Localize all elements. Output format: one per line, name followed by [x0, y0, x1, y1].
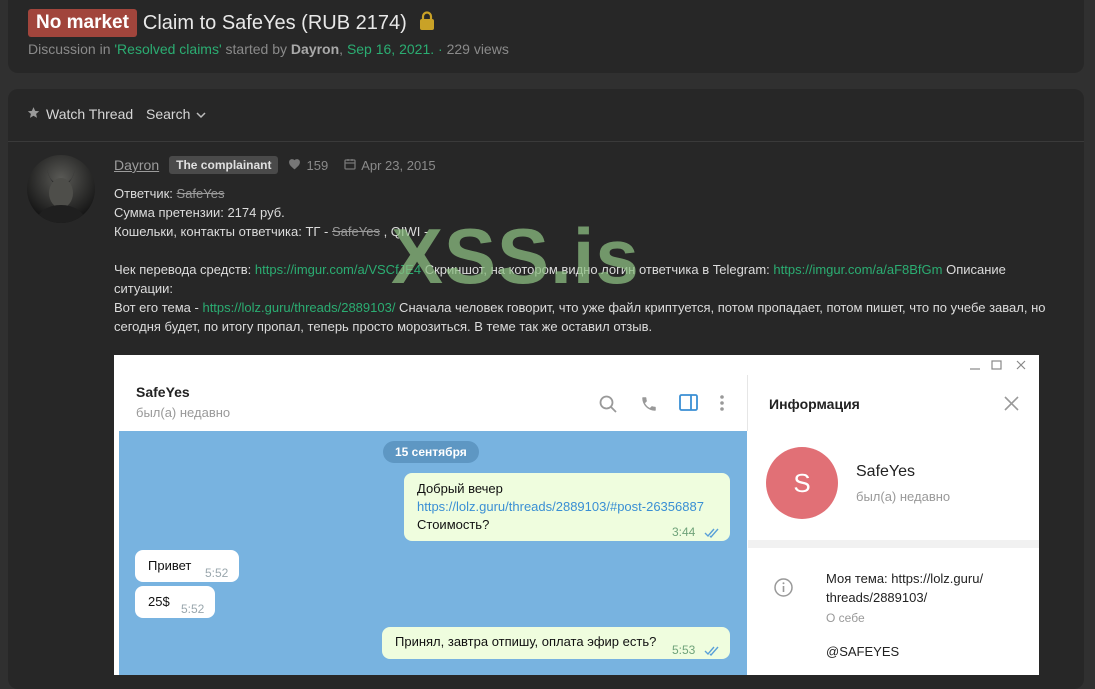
screenshot-link[interactable]: https://imgur.com/a/aF8BfGm [773, 262, 942, 277]
close-icon[interactable] [1004, 396, 1019, 416]
message-time: 5:52 [181, 602, 205, 616]
respondent-line: Ответчик: SafeYes [114, 184, 1059, 203]
contacts-label: Кошельки, контакты ответчика: ТГ - [114, 224, 332, 239]
search-dropdown[interactable]: Search [146, 106, 206, 122]
bio-label: О себе [826, 611, 865, 625]
info-icon [774, 578, 793, 602]
profile-status: был(а) недавно [856, 489, 951, 504]
thread-date[interactable]: Sep 16, 2021 [347, 41, 430, 57]
post-header: Dayron The complainant 159 Apr 23, 2015 [114, 156, 436, 174]
message-text: Принял, завтра отпишу, оплата эфир есть? [395, 634, 657, 649]
message-text: Добрый вечер [417, 481, 503, 496]
message-link[interactable]: https://lolz.guru/threads/2889103/#post-… [417, 498, 704, 516]
calendar-icon [344, 158, 356, 173]
likes: 159 [288, 158, 328, 173]
joined-date: Apr 23, 2015 [361, 157, 436, 173]
thread-header: No market Claim to SafeYes (RUB 2174) Di… [8, 0, 1084, 73]
contacts-line: Кошельки, контакты ответчика: ТГ - SafeY… [114, 222, 1059, 241]
star-icon [27, 106, 40, 122]
message-time: 5:53 [672, 643, 696, 657]
post-username[interactable]: Dayron [114, 157, 159, 173]
thread-title-row: No market Claim to SafeYes (RUB 2174) [28, 9, 435, 37]
heart-icon [288, 158, 301, 173]
search-icon[interactable] [599, 395, 617, 418]
message-text: Стоимость? [417, 517, 490, 532]
author-link[interactable]: Dayron [291, 41, 339, 57]
joined: Apr 23, 2015 [344, 157, 436, 173]
thread-title: Claim to SafeYes (RUB 2174) [142, 11, 407, 34]
thread-toolbar: Watch Thread Search [8, 89, 1084, 142]
forum-link[interactable]: 'Resolved claims' [114, 41, 221, 57]
chat-header: SafeYes был(а) недавно [119, 375, 748, 431]
meta-dot: . · [430, 41, 447, 57]
message-out-2[interactable]: Принял, завтра отпишу, оплата эфир есть?… [382, 627, 730, 659]
more-icon[interactable] [719, 394, 725, 417]
watch-thread-label: Watch Thread [46, 106, 134, 122]
info-panel: Информация S SafeYes был(а) недавно Моя … [748, 375, 1039, 675]
info-title: Информация [769, 396, 860, 412]
prefix-badge[interactable]: No market [28, 9, 137, 37]
thread-meta: Discussion in 'Resolved claims' started … [28, 41, 509, 57]
view-count: 229 views [446, 41, 509, 57]
respondent-label: Ответчик: [114, 186, 177, 201]
phone-icon[interactable] [640, 395, 658, 418]
message-in-2[interactable]: 25$ 5:52 [135, 586, 215, 618]
amount-line: Сумма претензии: 2174 руб. [114, 205, 285, 220]
chat-name: SafeYes [136, 384, 190, 400]
message-time: 3:44 [672, 525, 696, 539]
double-check-icon [704, 643, 720, 661]
likes-count: 159 [306, 157, 329, 173]
message-out-1[interactable]: Добрый вечер https://lolz.guru/threads/2… [404, 473, 730, 541]
date-pill: 15 сентября [383, 441, 479, 463]
profile-avatar: S [766, 447, 838, 519]
topic-label: Вот его тема - [114, 300, 203, 315]
telegram-screenshot[interactable]: SafeYes был(а) недавно 15 сентября Добры… [114, 355, 1039, 675]
receipt-link[interactable]: https://imgur.com/a/VSCfJE4 [255, 262, 421, 277]
evidence-paragraph: Чек перевода средств: https://imgur.com/… [114, 260, 1059, 298]
role-badge: The complainant [169, 156, 279, 174]
receipt-label: Чек перевода средств: [114, 262, 255, 277]
avatar[interactable] [27, 155, 95, 223]
contacts-qiwi: , QIWI - [379, 224, 429, 239]
message-text: Привет [148, 558, 192, 573]
message-in-1[interactable]: Привет 5:52 [135, 550, 239, 582]
description-paragraph: Вот его тема - https://lolz.guru/threads… [114, 298, 1059, 336]
watch-thread-button[interactable]: Watch Thread [27, 106, 133, 122]
window-controls [114, 355, 1039, 375]
divider [748, 540, 1039, 548]
contacts-value: SafeYes [332, 224, 380, 239]
search-label: Search [146, 106, 191, 122]
lock-icon [419, 10, 435, 36]
topic-link[interactable]: https://lolz.guru/threads/2889103/ [202, 300, 395, 315]
double-check-icon [704, 525, 720, 543]
message-time: 5:52 [205, 566, 229, 580]
bio-text: Моя тема: https://lolz.guru/ threads/288… [826, 571, 984, 605]
post-content: Ответчик: SafeYes Сумма претензии: 2174 … [114, 184, 1059, 336]
chat-status: был(а) недавно [136, 405, 231, 420]
screenshot-label: Скриншот, на котором видно логин ответчи… [421, 262, 774, 277]
meta-sep: , [339, 41, 347, 57]
sidebar-toggle-icon[interactable] [679, 394, 698, 416]
message-text: 25$ [148, 594, 170, 609]
meta-discussion: Discussion in [28, 41, 115, 57]
meta-started: started by [221, 41, 291, 57]
chevron-down-icon [196, 106, 206, 122]
profile-name: SafeYes [856, 463, 916, 480]
respondent-value: SafeYes [176, 186, 225, 201]
chat-area: 15 сентября Добрый вечер https://lolz.gu… [119, 431, 747, 675]
username-text: @SAFEYES [826, 644, 900, 659]
